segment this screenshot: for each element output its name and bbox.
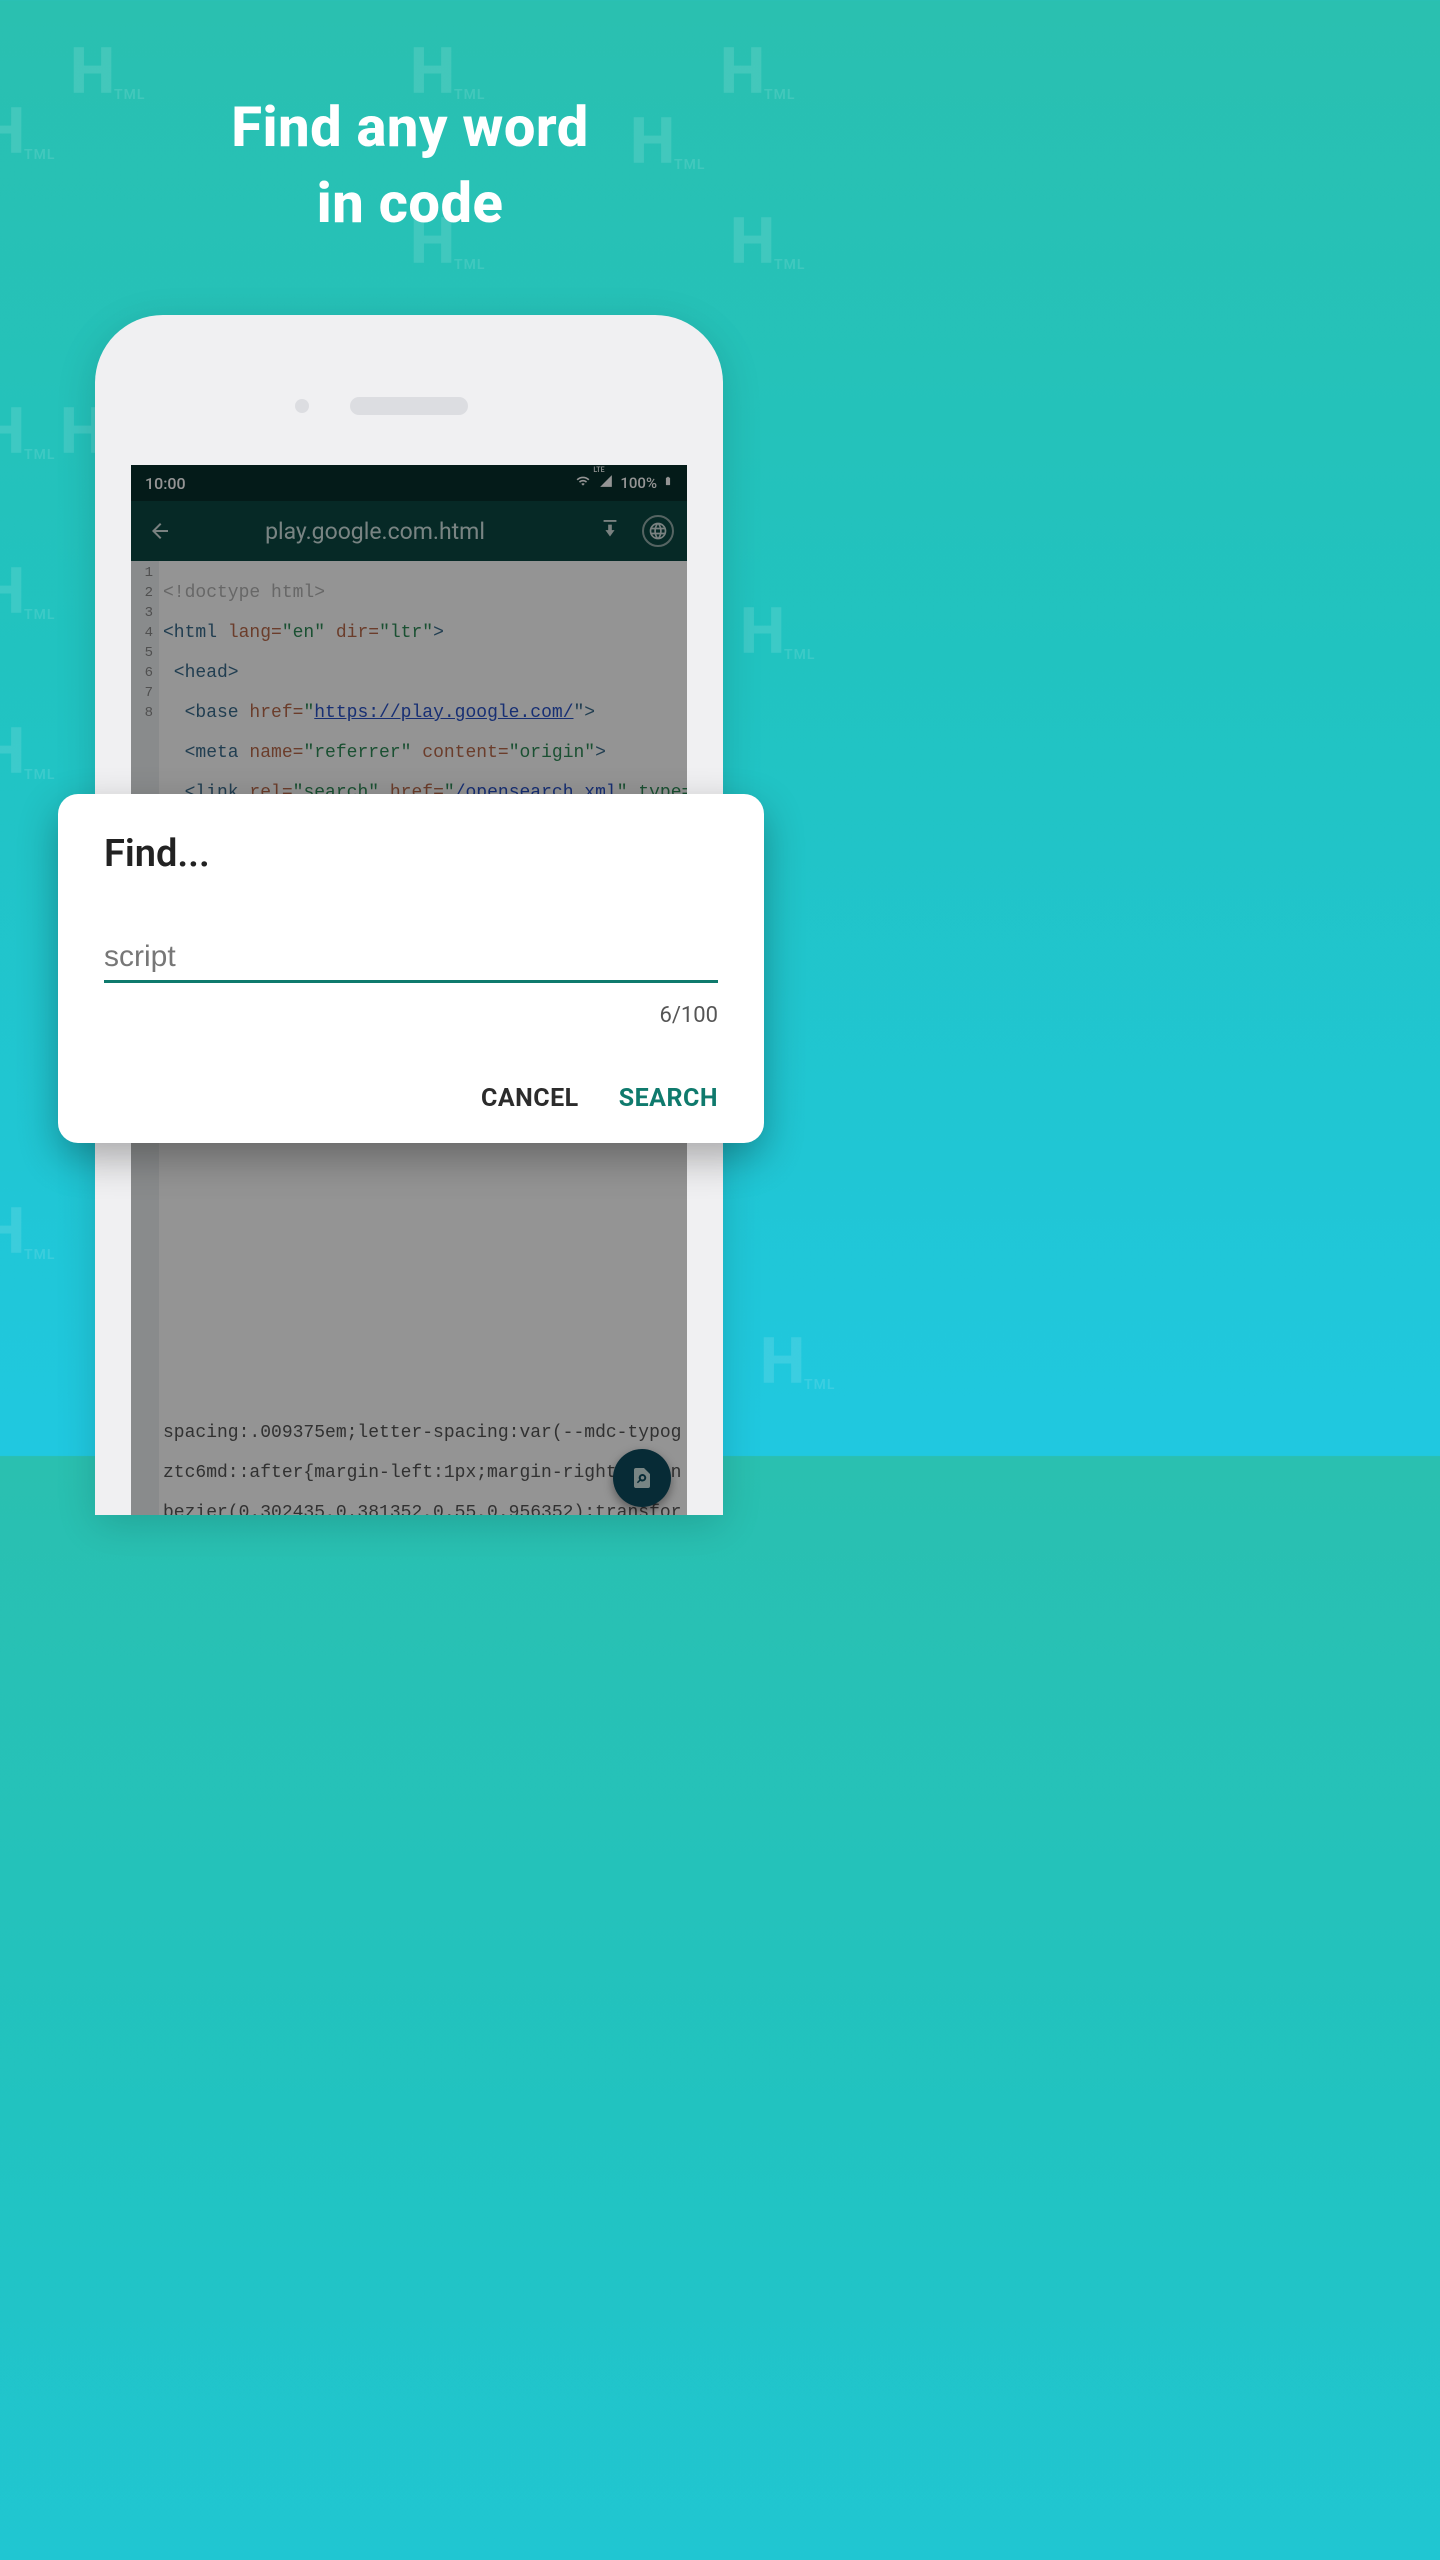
bg-h-icon: HTML [0, 720, 25, 784]
bg-h-icon: HTML [740, 600, 785, 664]
bg-h-icon: HTML [0, 400, 25, 464]
promo-line2: in code [0, 166, 820, 242]
bg-h-icon: HTML [0, 560, 25, 624]
promo-headline: Find any word in code [0, 90, 820, 241]
search-button[interactable]: SEARCH [619, 1084, 718, 1113]
dialog-title: Find... [104, 832, 718, 876]
find-input[interactable] [104, 940, 718, 974]
bg-h-icon: HTML [760, 1330, 805, 1394]
bg-h-icon: HTML [0, 1200, 25, 1264]
promo-line1: Find any word [0, 90, 820, 166]
phone-speaker [350, 397, 468, 415]
dialog-actions: CANCEL SEARCH [104, 1084, 718, 1113]
phone-camera [295, 399, 309, 413]
find-dialog: Find... 6/100 CANCEL SEARCH [58, 794, 764, 1143]
find-input-wrap [104, 940, 718, 983]
char-counter: 6/100 [104, 1003, 718, 1028]
cancel-button[interactable]: CANCEL [481, 1084, 579, 1113]
